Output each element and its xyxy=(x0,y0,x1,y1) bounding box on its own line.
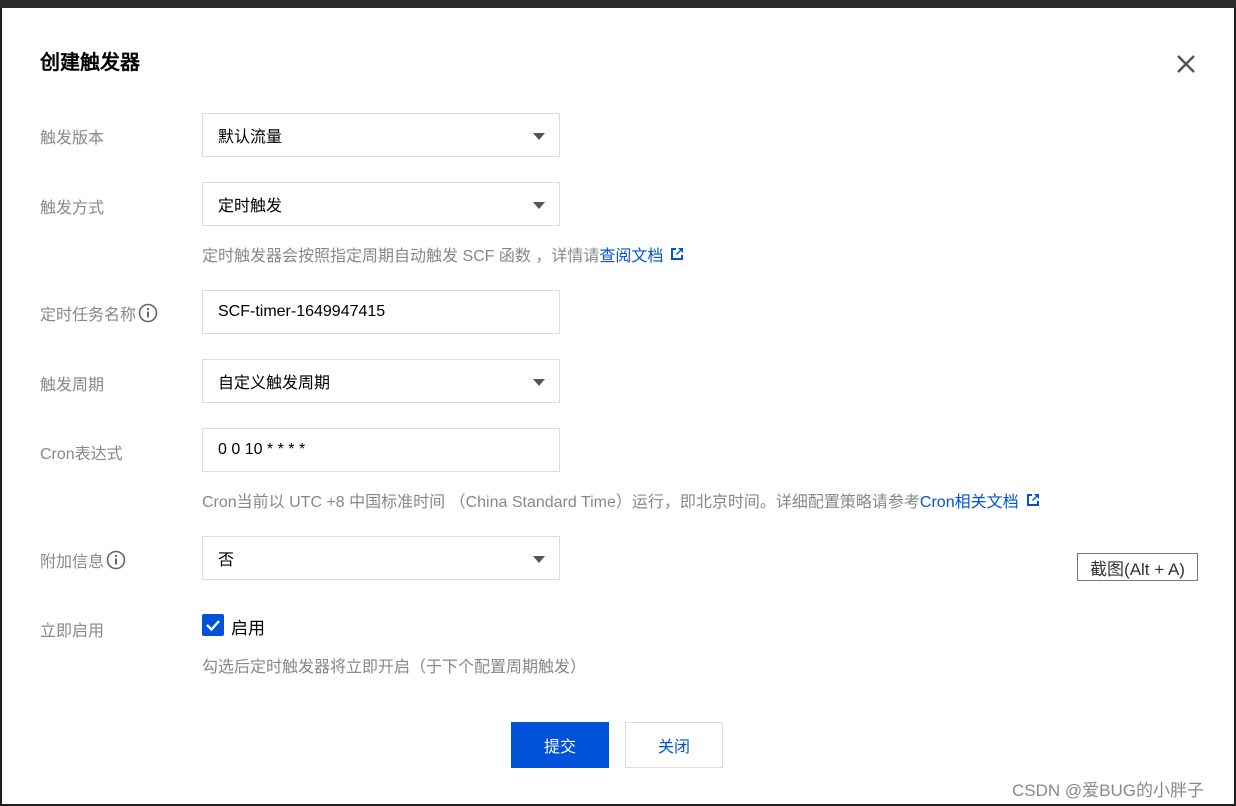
cron-hint: Cron当前以 UTC +8 中国标准时间 （China Standard Ti… xyxy=(202,488,1040,512)
enable-label: 立即启用 xyxy=(40,623,105,640)
chevron-down-icon xyxy=(533,202,545,209)
doc-link[interactable]: 查阅文档 xyxy=(599,242,663,266)
version-select[interactable]: 默认流量 xyxy=(202,113,560,157)
task-name-input[interactable]: SCF-timer-1649947415 xyxy=(202,290,560,334)
external-link-icon[interactable] xyxy=(1026,493,1040,507)
background-strip xyxy=(0,0,1236,8)
method-hint: 定时触发器会按照指定周期自动触发 SCF 函数 ，详情请 查阅文档 xyxy=(202,242,684,266)
cron-doc-link[interactable]: Cron相关文档 xyxy=(920,488,1019,512)
chevron-down-icon xyxy=(533,133,545,140)
period-label: 触发周期 xyxy=(40,377,105,394)
version-label: 触发版本 xyxy=(40,130,105,147)
info-icon[interactable] xyxy=(138,303,158,323)
chevron-down-icon xyxy=(533,556,545,563)
cron-input[interactable]: 0 0 10 * * * * xyxy=(202,428,560,472)
watermark: CSDN @爱BUG的小胖子 xyxy=(1012,781,1204,800)
submit-button[interactable]: 提交 xyxy=(511,722,609,768)
extra-info-label: 附加信息 xyxy=(40,548,126,572)
chevron-down-icon xyxy=(533,379,545,386)
period-select[interactable]: 自定义触发周期 xyxy=(202,359,560,403)
enable-hint: 勾选后定时触发器将立即开启（于下个配置周期触发） xyxy=(202,659,587,676)
dialog-title: 创建触发器 xyxy=(40,52,140,74)
enable-checkbox[interactable] xyxy=(202,614,224,636)
close-button[interactable] xyxy=(1170,48,1202,80)
screenshot-tooltip: 截图(Alt + A) xyxy=(1077,553,1198,581)
cron-label: Cron表达式 xyxy=(40,446,123,463)
task-name-label: 定时任务名称 xyxy=(40,301,158,325)
method-label: 触发方式 xyxy=(40,200,105,217)
check-icon xyxy=(206,620,220,632)
info-icon[interactable] xyxy=(106,550,126,570)
method-select[interactable]: 定时触发 xyxy=(202,182,560,226)
create-trigger-dialog: 创建触发器 触发版本 默认流量 触发方式 定时触发 定时触发器会按照指定周期自动… xyxy=(2,8,1234,804)
enable-checkbox-label[interactable]: 启用 xyxy=(231,614,265,639)
external-link-icon[interactable] xyxy=(670,247,684,261)
extra-info-select[interactable]: 否 xyxy=(202,536,560,580)
close-icon xyxy=(1177,55,1195,73)
close-dialog-button[interactable]: 关闭 xyxy=(625,722,723,768)
